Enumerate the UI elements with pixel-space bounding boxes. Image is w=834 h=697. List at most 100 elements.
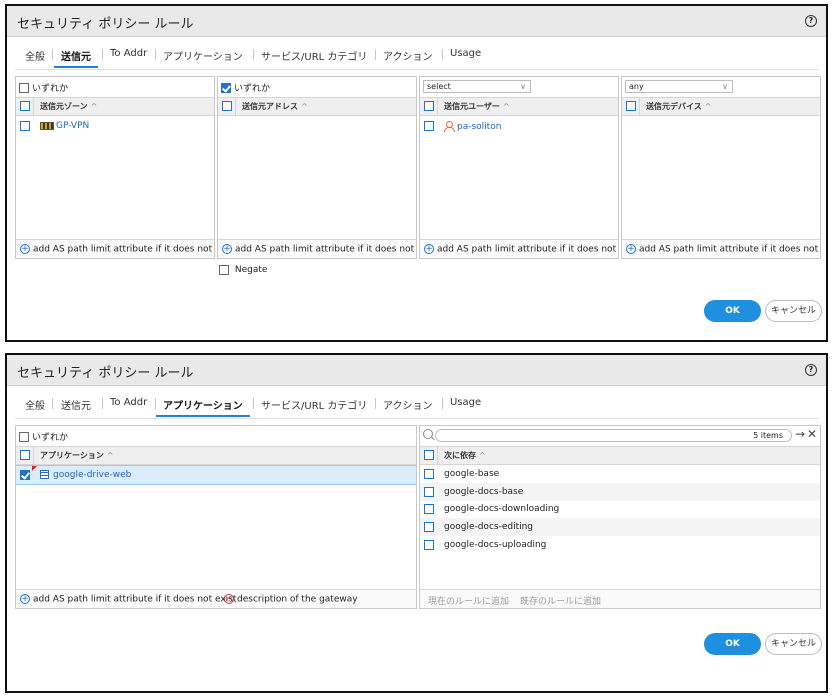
application-entry[interactable]: google-drive-web bbox=[40, 470, 131, 480]
table-row[interactable]: google-drive-web bbox=[16, 465, 416, 485]
list-item[interactable]: pa-soliton bbox=[420, 117, 618, 135]
tab-usage[interactable]: Usage bbox=[450, 397, 481, 408]
list-item[interactable]: GP-VPN bbox=[16, 117, 214, 135]
select-all-checkbox[interactable] bbox=[424, 101, 434, 111]
any-checkbox[interactable] bbox=[221, 82, 231, 93]
panel-footer: + add AS path limit attribute if it does … bbox=[16, 239, 214, 258]
select-all-checkbox[interactable] bbox=[424, 450, 434, 460]
cancel-button[interactable]: キャンセル bbox=[765, 633, 822, 655]
tab-action[interactable]: アクション bbox=[383, 48, 433, 63]
sort-caret-icon: ^ bbox=[502, 102, 510, 111]
column-header-source-zone[interactable]: 送信元ゾーン ^ bbox=[40, 101, 97, 112]
row-checkbox[interactable] bbox=[20, 121, 30, 131]
plus-circle-icon: + bbox=[626, 244, 636, 254]
application-panel: いずれか アプリケーション ^ google-drive-web + add AS … bbox=[15, 425, 417, 609]
sort-caret-icon: ^ bbox=[479, 451, 486, 460]
any-checkbox[interactable] bbox=[19, 431, 29, 442]
search-input[interactable]: 5 items bbox=[435, 429, 792, 442]
select-all-checkbox[interactable] bbox=[20, 101, 30, 111]
tab-service-url-category[interactable]: サービス/URL カテゴリ bbox=[261, 48, 367, 63]
ok-button[interactable]: OK bbox=[704, 633, 761, 655]
dependency-entry: google-docs-uploading bbox=[444, 540, 547, 550]
table-header: 送信元ゾーン ^ bbox=[16, 97, 214, 116]
table-header: アプリケーション ^ bbox=[16, 446, 416, 465]
row-checkbox[interactable] bbox=[424, 487, 434, 497]
column-divider bbox=[437, 447, 438, 464]
row-checkbox[interactable] bbox=[424, 121, 434, 131]
tab-to-addr[interactable]: To Addr bbox=[110, 48, 147, 59]
list-item[interactable]: google-docs-base bbox=[420, 483, 820, 501]
select-all-checkbox[interactable] bbox=[20, 450, 30, 460]
add-button[interactable]: + add AS path limit attribute if it does … bbox=[20, 594, 236, 605]
tab-separator bbox=[375, 49, 376, 60]
row-checkbox[interactable] bbox=[20, 470, 30, 480]
cancel-button[interactable]: キャンセル bbox=[765, 300, 822, 322]
column-header-application[interactable]: アプリケーション ^ bbox=[40, 450, 114, 461]
add-button[interactable]: + add AS path limit attribute if it does … bbox=[20, 244, 214, 255]
add-button[interactable]: + add AS path limit attribute if it does … bbox=[222, 244, 416, 255]
sort-caret-icon: ^ bbox=[301, 102, 308, 111]
delete-button[interactable]: − description of the gateway bbox=[224, 594, 358, 605]
tab-source[interactable]: 送信元 bbox=[54, 48, 98, 68]
row-checkbox[interactable] bbox=[424, 522, 434, 532]
zone-entry[interactable]: GP-VPN bbox=[40, 121, 89, 131]
item-count: 5 items bbox=[753, 431, 783, 440]
tab-service-url-category[interactable]: サービス/URL カテゴリ bbox=[261, 397, 367, 412]
tab-general[interactable]: 全般 bbox=[25, 397, 45, 412]
column-header-source-device[interactable]: 送信元デバイス ^ bbox=[646, 101, 711, 112]
source-user-select[interactable]: select ∨ bbox=[423, 80, 531, 93]
select-all-checkbox[interactable] bbox=[626, 101, 636, 111]
tab-to-addr[interactable]: To Addr bbox=[110, 397, 147, 408]
list-item[interactable]: google-docs-uploading bbox=[420, 536, 820, 554]
dialog-titlebar: セキュリティ ポリシー ルール ? bbox=[7, 6, 826, 37]
add-button[interactable]: + add AS path limit attribute if it does … bbox=[424, 244, 618, 255]
tab-separator bbox=[102, 398, 103, 409]
minus-circle-icon: − bbox=[224, 594, 234, 604]
tab-general[interactable]: 全般 bbox=[25, 48, 45, 63]
column-header-depends-on[interactable]: 次に依存 ^ bbox=[444, 450, 486, 461]
tab-separator bbox=[253, 49, 254, 60]
column-header-source-address[interactable]: 送信元アドレス ^ bbox=[242, 101, 308, 112]
table-header: 送信元ユーザー ^ bbox=[420, 97, 618, 116]
any-label: いずれか bbox=[32, 84, 69, 94]
column-divider bbox=[437, 98, 438, 115]
table-header: 送信元アドレス ^ bbox=[218, 97, 416, 116]
select-all-checkbox[interactable] bbox=[222, 101, 232, 111]
add-to-current-rule-button[interactable]: 現在のルールに追加 bbox=[428, 594, 509, 607]
row-checkbox[interactable] bbox=[424, 469, 434, 479]
list-item[interactable]: google-base bbox=[420, 465, 820, 483]
column-divider bbox=[33, 447, 34, 464]
tab-source[interactable]: 送信元 bbox=[61, 397, 91, 412]
tab-separator bbox=[155, 49, 156, 60]
row-checkbox[interactable] bbox=[424, 540, 434, 550]
tab-application[interactable]: アプリケーション bbox=[163, 48, 243, 63]
list-item[interactable]: google-docs-editing bbox=[420, 518, 820, 536]
chevron-down-icon: ∨ bbox=[520, 82, 526, 91]
negate-checkbox-row[interactable]: Negate bbox=[219, 265, 267, 276]
row-checkbox[interactable] bbox=[424, 504, 434, 514]
column-divider bbox=[33, 98, 34, 115]
arrow-right-icon[interactable]: → bbox=[795, 428, 805, 440]
help-circle-icon[interactable]: ? bbox=[805, 364, 817, 376]
tab-application[interactable]: アプリケーション bbox=[156, 397, 250, 417]
any-checkbox[interactable] bbox=[19, 82, 29, 93]
add-button[interactable]: + add AS path limit attribute if it does … bbox=[626, 244, 820, 255]
close-icon[interactable]: ✕ bbox=[807, 428, 817, 440]
ok-button[interactable]: OK bbox=[704, 300, 761, 322]
security-policy-dialog-source: セキュリティ ポリシー ルール ? 全般 送信元 To Addr アプリケーショ… bbox=[5, 4, 828, 342]
dependency-entry: google-docs-base bbox=[444, 487, 524, 497]
chevron-down-icon: ∨ bbox=[722, 82, 728, 91]
negate-checkbox[interactable] bbox=[219, 265, 229, 275]
source-zone-panel: いずれか 送信元ゾーン ^ GP-VPN + add AS path limit a… bbox=[15, 76, 215, 259]
user-entry[interactable]: pa-soliton bbox=[444, 121, 501, 132]
tab-usage[interactable]: Usage bbox=[450, 48, 481, 59]
column-header-source-user[interactable]: 送信元ユーザー ^ bbox=[444, 101, 510, 112]
add-to-existing-rule-button[interactable]: 既存のルールに追加 bbox=[520, 594, 601, 607]
tab-action[interactable]: アクション bbox=[383, 397, 433, 412]
help-circle-icon[interactable]: ? bbox=[805, 15, 817, 27]
list-item[interactable]: google-docs-downloading bbox=[420, 500, 820, 518]
dependency-entry: google-docs-downloading bbox=[444, 504, 560, 514]
source-device-select[interactable]: any ∨ bbox=[625, 80, 733, 93]
tab-separator bbox=[253, 398, 254, 409]
tab-separator bbox=[52, 398, 53, 409]
